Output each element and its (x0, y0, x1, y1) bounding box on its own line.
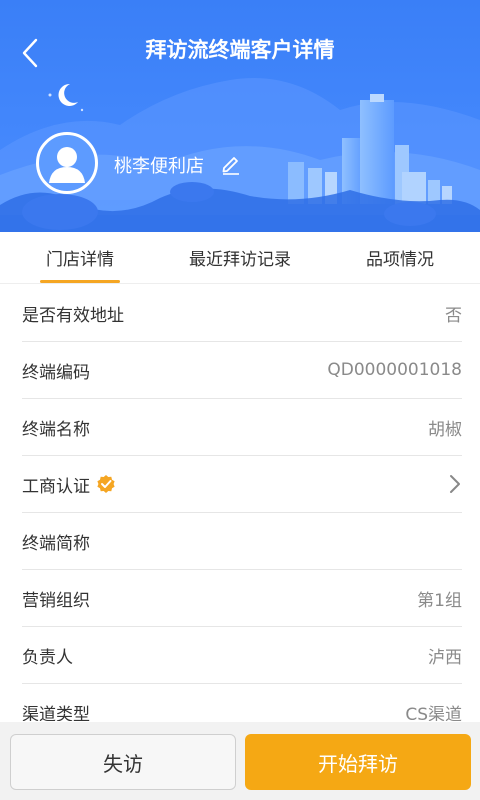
detail-value: QD0000001018 (327, 360, 462, 380)
page-title: 拜访流终端客户详情 (145, 38, 335, 62)
detail-value: 胡椒 (428, 419, 462, 440)
header-banner: 拜访流终端客户详情 桃李便利店 (0, 0, 480, 232)
detail-label-wrap: 工商认证 (22, 472, 116, 497)
store-name: 桃李便利店 (114, 156, 204, 177)
bottom-action-bar: 失访 开始拜访 (0, 722, 480, 800)
tab-store-details[interactable]: 门店详情 (0, 232, 160, 283)
store-detail-list: 是否有效地址 否 终端编码 QD0000001018 终端名称 胡椒 工商认证 … (0, 285, 480, 721)
detail-row-terminal-name: 终端名称 胡椒 (22, 399, 462, 456)
start-visit-button[interactable]: 开始拜访 (245, 734, 471, 790)
pencil-icon (222, 157, 239, 175)
detail-value: 第1组 (417, 590, 462, 611)
user-icon (49, 147, 85, 183)
edit-store-button[interactable] (220, 153, 242, 175)
detail-row-business-certification[interactable]: 工商认证 (22, 456, 462, 513)
detail-row-valid-address: 是否有效地址 否 (22, 285, 462, 342)
detail-label: 工商认证 (22, 476, 90, 497)
absent-button[interactable]: 失访 (10, 734, 236, 790)
detail-row-person-in-charge: 负责人 泸西 (22, 627, 462, 684)
chevron-right-icon (450, 475, 460, 493)
tab-recent-visits[interactable]: 最近拜访记录 (160, 232, 320, 283)
tab-bar: 门店详情 最近拜访记录 品项情况 (0, 232, 480, 284)
detail-row-terminal-code: 终端编码 QD0000001018 (22, 342, 462, 399)
detail-label: 是否有效地址 (22, 305, 124, 326)
detail-value: 泸西 (428, 647, 462, 668)
detail-label: 终端编码 (22, 362, 90, 383)
detail-label: 终端名称 (22, 419, 90, 440)
detail-row-channel-type: 渠道类型 CS渠道 (22, 684, 462, 722)
tab-item-status[interactable]: 品项情况 (320, 232, 480, 283)
detail-label: 负责人 (22, 647, 73, 668)
detail-label: 渠道类型 (22, 704, 90, 722)
detail-label: 营销组织 (22, 590, 90, 611)
detail-label: 终端简称 (22, 533, 90, 554)
detail-value: 否 (445, 305, 462, 326)
avatar (36, 132, 98, 194)
detail-row-terminal-short-name: 终端简称 (22, 513, 462, 570)
detail-row-marketing-org: 营销组织 第1组 (22, 570, 462, 627)
verified-check-icon (97, 475, 115, 493)
detail-value: CS渠道 (405, 704, 462, 722)
